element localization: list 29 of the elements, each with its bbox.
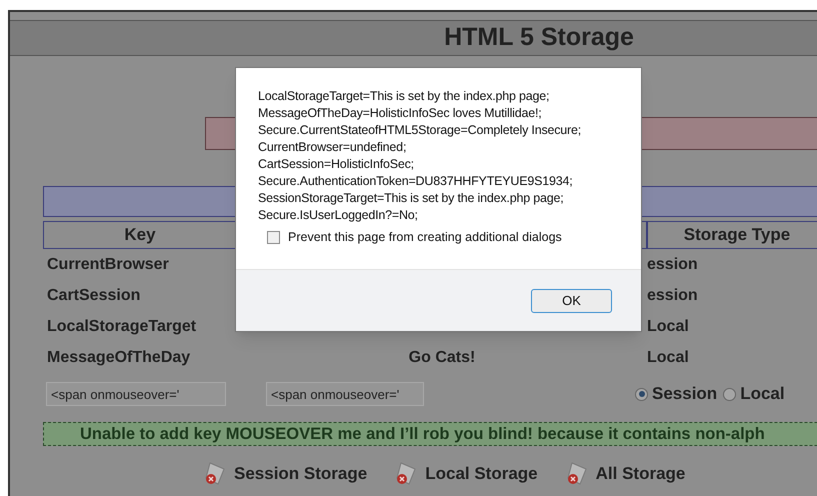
key-field[interactable]: <span onmouseover=' — [46, 382, 226, 406]
value-field[interactable]: <span onmouseover=' — [266, 382, 424, 406]
dialog-message-line: LocalStorageTarget=This is set by the index.php page; — [258, 88, 550, 105]
dialog-message-line: Secure.AuthenticationToken=DU837HHFYTEYUE9S1934; — [258, 173, 574, 190]
table-cell-text: ession — [647, 286, 698, 306]
dialog-message-line: MessageOfTheDay=HolisticInfoSec loves Mutillidae!; — [258, 105, 543, 122]
storage-link[interactable]: Local Storage — [393, 460, 538, 486]
page-title: HTML 5 Storage — [444, 22, 634, 54]
dialog-message-line: CurrentBrowser=undefined; — [258, 139, 408, 156]
storage-link[interactable]: All Storage — [564, 460, 686, 486]
table-cell-text: CartSession — [47, 286, 140, 306]
dialog-message-line: Secure.IsUserLoggedIn?=No; — [258, 207, 419, 224]
column-header: Key — [124, 224, 156, 246]
table-cell-text: ession — [647, 254, 698, 274]
table-cell-text: LocalStorageTarget — [47, 316, 196, 336]
storage-link[interactable]: Session Storage — [202, 460, 368, 486]
table-cell-text: MessageOfTheDay — [47, 348, 190, 368]
table-cell-text: CurrentBrowser — [47, 254, 169, 274]
dialog-message-line: SessionStorageTarget=This is set by the index.php page; — [258, 190, 565, 207]
error-message: Unable to add key MOUSEOVER me and I’ll rob you blind! because it contains non-alph — [80, 424, 765, 445]
ok-button[interactable]: OK — [531, 288, 612, 312]
table-cell-text: Local — [647, 348, 689, 368]
column-header: Storage Type — [684, 224, 790, 246]
storage-radio[interactable]: Session — [635, 381, 718, 407]
dialog-message-line: Secure.CurrentStateofHTML5Storage=Completely Insecure; — [258, 122, 582, 139]
storage-radio[interactable]: Local — [723, 381, 785, 407]
table-cell-text: Local — [647, 316, 689, 336]
dialog-message-line: CartSession=HolisticInfoSec; — [258, 156, 415, 173]
table-cell-text: Go Cats! — [408, 348, 476, 368]
